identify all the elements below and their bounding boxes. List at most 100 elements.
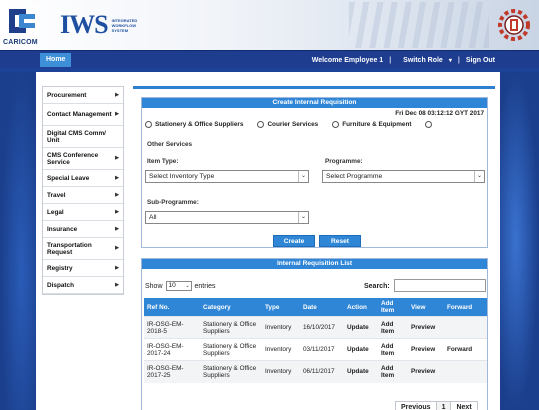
column-header[interactable]: Forward [444, 298, 487, 317]
requisition-table: Ref No. Category Type Date Action Add Item Vie… [144, 298, 487, 383]
next-button[interactable]: Next [450, 401, 478, 410]
radio-stationery[interactable]: Stationery & Office Suppliers [145, 121, 243, 128]
caricom-text: CARICOM [3, 39, 38, 46]
preview-link[interactable]: Preview [408, 338, 444, 361]
reset-button[interactable]: Reset [319, 235, 361, 247]
preview-link[interactable]: Preview [408, 360, 444, 383]
category-cell: Stationery & Office Suppliers [200, 316, 262, 339]
table-row: IR-OSG-EM-2017-24 Stationery & Office Sup… [144, 338, 487, 361]
radio-furniture[interactable]: Furniture & Equipment [332, 121, 411, 128]
column-header[interactable]: Action [344, 298, 378, 317]
ref-no-cell: IR-OSG-EM-2017-24 [144, 338, 200, 361]
forward-link[interactable] [444, 316, 487, 339]
update-link[interactable]: Update [344, 338, 378, 361]
date-cell: 16/10/2017 [300, 316, 344, 339]
pagination: Previous 1 Next [395, 401, 478, 410]
caricom-logo-icon [6, 6, 38, 36]
chevron-down-icon: ⌄ [185, 283, 190, 289]
nav-separator: | [389, 56, 392, 64]
datetime: Fri Dec 08 03:12:12 GYT 2017 [395, 110, 484, 117]
chevron-right-icon: ▶ [115, 208, 119, 215]
search-label: Search: [364, 283, 390, 290]
column-header[interactable]: Type [262, 298, 300, 317]
switch-role-link[interactable]: Switch Role ▾ [397, 57, 452, 64]
item-type-label: Item Type: [147, 158, 179, 165]
sidebar-item-label: Registry [47, 264, 73, 272]
add-item-link[interactable]: Add Item [378, 338, 408, 361]
chevron-right-icon: ▶ [115, 111, 119, 117]
category-cell: Stationery & Office Suppliers [200, 360, 262, 383]
forward-link[interactable]: Forward [444, 338, 487, 361]
banner-decoration [349, 2, 489, 48]
table-row: IR-OSG-EM-2017-25 Stationery & Office Sup… [144, 360, 487, 383]
iws-logo: IWS INTEGRATED WORKFLOW SYSTEM [60, 10, 137, 40]
preview-link[interactable]: Preview [408, 316, 444, 339]
column-header[interactable]: Category [200, 298, 262, 317]
type-cell: Inventory [262, 338, 300, 361]
create-button[interactable]: Create [273, 235, 315, 247]
forward-link[interactable] [444, 360, 487, 383]
column-header[interactable]: View [408, 298, 444, 317]
sidebar-item-label: Contact Management [47, 111, 112, 118]
date-cell: 06/11/2017 [300, 360, 344, 383]
sub-programme-select[interactable]: All ⌄ [145, 211, 309, 224]
sidebar-item-label: Legal [47, 208, 64, 216]
date-cell: 03/11/2017 [300, 338, 344, 361]
create-panel-title: Create Internal Requisition [142, 98, 487, 108]
sidebar-item[interactable]: Special Leave ▶ [43, 170, 123, 187]
sidebar-item-label: Travel [47, 191, 66, 199]
sidebar-item[interactable]: Legal ▶ [43, 204, 123, 221]
nav-separator: | [457, 56, 460, 64]
sidebar-item[interactable]: Dispatch ▶ [43, 277, 123, 294]
sidebar-item[interactable]: Procurement ▶ [43, 87, 123, 104]
radio-circle-icon[interactable] [332, 121, 340, 128]
search-input[interactable] [394, 279, 486, 292]
radio-circle-icon[interactable] [145, 121, 152, 128]
page-1-button[interactable]: 1 [435, 401, 452, 410]
update-link[interactable]: Update [344, 360, 378, 383]
header-banner: CARICOM IWS INTEGRATED WORKFLOW SYSTEM [0, 0, 539, 50]
previous-button[interactable]: Previous [395, 401, 437, 410]
sidebar-item[interactable]: Registry ▶ [43, 260, 123, 277]
sidebar-item-label: Digital CMS Comm/ Unit [47, 129, 106, 144]
chevron-right-icon: ▶ [115, 264, 119, 271]
sidebar-item[interactable]: Travel ▶ [43, 187, 123, 204]
chevron-right-icon: ▶ [115, 155, 119, 161]
programme-label: Programme: [325, 158, 363, 165]
chevron-right-icon: ▶ [115, 225, 119, 232]
update-link[interactable]: Update [344, 316, 378, 339]
content-top-rule [133, 86, 495, 89]
column-header[interactable]: Add Item [378, 298, 408, 317]
caricom-logo: CARICOM [2, 6, 42, 48]
ref-no-cell: IR-OSG-EM-2018-5 [144, 316, 200, 339]
programme-select[interactable]: Select Programme ⌄ [322, 170, 485, 183]
column-header[interactable]: Ref No. [144, 298, 200, 317]
sidebar-item[interactable]: Contact Management ▶ [43, 104, 123, 126]
radio-circle-icon[interactable] [257, 121, 265, 128]
table-header-row: Ref No. Category Type Date Action Add Item Vie… [144, 298, 487, 317]
sidebar-item[interactable]: CMS Conference Service ▶ [43, 148, 123, 170]
item-type-select[interactable]: Select Inventory Type ⌄ [145, 170, 309, 183]
entries-select[interactable]: 10 ⌄ [165, 281, 192, 291]
sidebar-item-label: Dispatch [47, 281, 74, 289]
radio-other[interactable] [425, 121, 435, 128]
chevron-down-icon: ⌄ [474, 171, 484, 182]
sidebar-item[interactable]: Transportation Request ▶ [43, 238, 123, 260]
sidebar-item[interactable]: Insurance ▶ [43, 221, 123, 238]
column-header[interactable]: Date [300, 298, 344, 317]
sign-out-link[interactable]: Sign Out [466, 57, 495, 64]
nav-home[interactable]: Home [40, 53, 72, 67]
gear-emblem-icon [498, 9, 530, 41]
sidebar-item-label: Transportation Request [47, 241, 92, 256]
chevron-right-icon: ▶ [115, 174, 119, 181]
sidebar-item[interactable]: Digital CMS Comm/ Unit [43, 126, 123, 148]
add-item-link[interactable]: Add Item [378, 316, 408, 339]
iws-mark: IWS [60, 10, 109, 39]
sidebar-item-label: Insurance [47, 225, 78, 233]
add-item-link[interactable]: Add Item [378, 360, 408, 383]
nav-user-area: Welcome Employee 1 | Switch Role ▾ | Sign… [306, 51, 495, 69]
iws-subtitle: INTEGRATED WORKFLOW SYSTEM [111, 17, 138, 33]
radio-circle-icon[interactable] [425, 121, 433, 128]
chevron-right-icon: ▶ [115, 191, 119, 198]
radio-courier[interactable]: Courier Services [257, 121, 318, 128]
